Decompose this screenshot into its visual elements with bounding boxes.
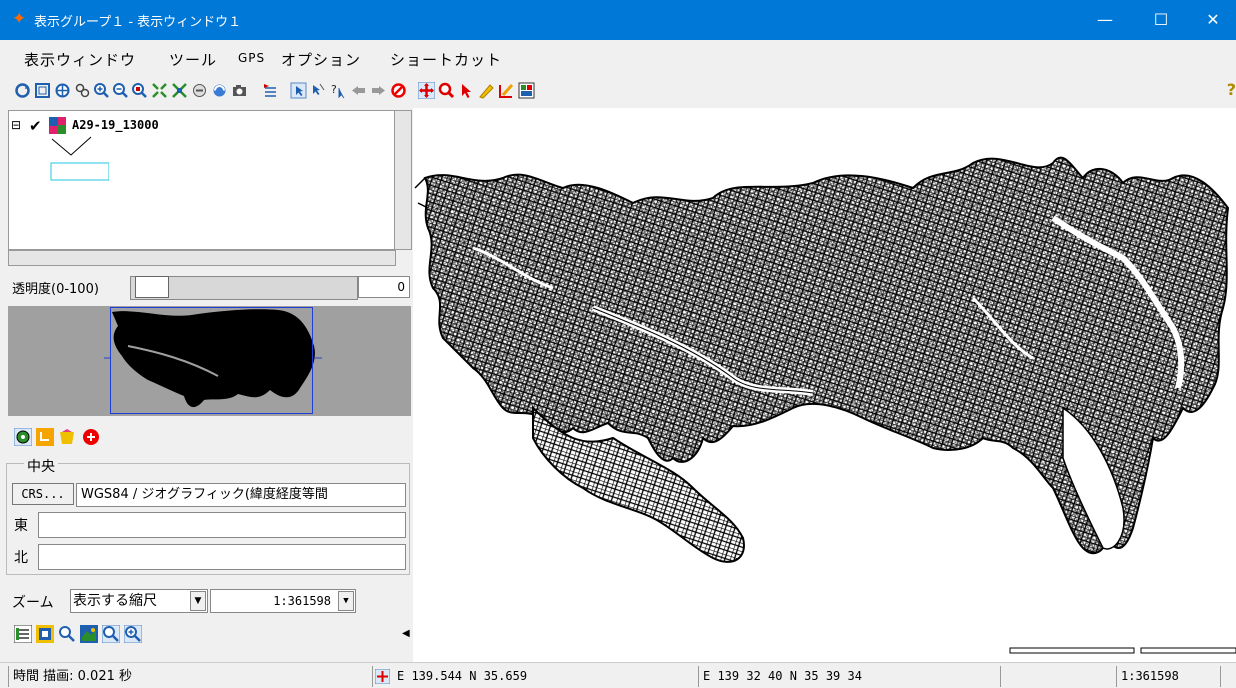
tokyo-map [414,156,1230,563]
refresh-icon[interactable] [14,82,31,99]
scale-bar-segment [1009,647,1135,654]
zoom-mode-select[interactable]: 表示する縮尺 ▼ [70,589,208,613]
render-time-text: 時間 描画: 0.021 秒 [13,669,132,684]
window-title: 表示グループ１ - 表示ウィンドウ１ [34,15,242,30]
svg-text:?: ? [331,83,337,96]
transparency-label: 透明度(0-100) [12,282,99,297]
menu-tools[interactable]: ツール [169,49,217,70]
zoom-scale-value: 1:361598 [273,594,331,608]
zoom-layer-icon[interactable] [171,82,188,99]
coordinate-mode-icon[interactable] [375,669,390,684]
select-multi-icon[interactable] [310,82,327,99]
chevron-down-icon[interactable]: ▼ [338,591,354,611]
zoom-in-icon[interactable] [93,82,110,99]
app-icon: ✦ [12,9,27,29]
zoom-label: ズーム [12,595,54,611]
east-label: 東 [14,518,28,534]
minimize-button[interactable]: — [1082,0,1128,40]
status-render-time: 時間 描画: 0.021 秒 [8,666,373,687]
layers-icon[interactable] [74,82,91,99]
crs-field[interactable]: WGS84 / ジオグラフィック(緯度経度等間 [76,483,406,507]
crs-button[interactable]: CRS... [12,483,74,505]
status-dms-coord: E 139 32 40 N 35 39 34 [698,666,1001,687]
north-input[interactable] [38,544,406,570]
forward-icon[interactable] [370,82,387,99]
pointer-icon[interactable] [458,82,475,99]
query-icon[interactable]: ? [330,82,347,99]
select-single-icon[interactable] [290,82,307,99]
zoom-full-icon[interactable] [151,82,168,99]
pan-center-icon[interactable] [54,82,71,99]
layer-visible-checkbox[interactable]: ✔ [29,117,42,135]
legend-icon[interactable] [518,82,535,99]
locate-icon[interactable] [14,428,32,446]
zoom-box-icon[interactable] [102,625,120,643]
map-layer-icon[interactable] [80,625,98,643]
map-canvas [414,156,1236,654]
pan-icon[interactable] [418,82,435,99]
east-input[interactable] [38,512,406,538]
edit-icon[interactable] [498,82,515,99]
zoom-group-icon[interactable] [191,82,208,99]
status-empty [1000,666,1115,687]
menu-display-window[interactable]: 表示ウィンドウ [24,49,136,70]
map-view[interactable] [413,108,1236,662]
bookmark-icon[interactable] [58,428,76,446]
close-button[interactable]: ✕ [1190,0,1236,40]
magnifier-icon[interactable] [58,625,76,643]
tree-horizontal-scrollbar[interactable] [8,250,396,266]
layer-legend-icon [50,136,109,181]
add-layer-icon[interactable] [262,82,279,99]
transparency-value[interactable]: 0 [358,276,410,298]
extent-icon[interactable] [34,82,51,99]
center-group-title: 中央 [24,456,58,476]
help-icon[interactable]: ? [1227,80,1236,99]
status-decimal-coord: E 139.544 N 35.659 [372,666,695,687]
decimal-coord-text: E 139.544 N 35.659 [397,669,528,683]
zoom-box-icon[interactable] [131,82,148,99]
snapshot-icon[interactable] [231,82,248,99]
menu-bar: 表示ウィンドウ ツール GPS オプション ショートカット [0,46,1236,72]
tree-vertical-scrollbar[interactable] [394,110,412,250]
layer-tree[interactable]: ⊟ ✔ [8,110,396,250]
undo-icon[interactable] [36,428,54,446]
refresh-view-icon[interactable] [211,82,228,99]
title-bar: ✦ 表示グループ１ - 表示ウィンドウ１ — ☐ ✕ [0,0,1236,40]
toolbar: ? [0,79,1236,103]
zoom-icon[interactable] [438,82,455,99]
transparency-slider-thumb[interactable] [135,276,169,298]
zoom-out-icon[interactable] [112,82,129,99]
status-scale: 1:361598 [1116,666,1221,687]
menu-options[interactable]: オプション [281,49,361,70]
menu-shortcut[interactable]: ショートカット [390,49,502,70]
back-icon[interactable] [350,82,367,99]
legend-list-icon[interactable] [14,625,32,643]
layer-type-icon [49,117,66,134]
close-circle-icon[interactable] [82,428,100,446]
chevron-down-icon[interactable]: ▼ [190,591,206,611]
sketch-icon[interactable] [478,82,495,99]
extent-square-icon[interactable] [36,625,54,643]
collapse-panel-icon[interactable]: ◀ [402,628,410,639]
zoom-in-icon[interactable] [124,625,142,643]
status-resize-grip[interactable] [1220,666,1236,687]
north-label: 北 [14,550,28,566]
stop-icon[interactable] [390,82,407,99]
scale-bar-segment [1140,647,1236,654]
overview-extent-frame[interactable] [110,307,313,414]
zoom-mode-value: 表示する縮尺 [73,593,157,609]
expand-collapse-icon[interactable]: ⊟ [11,118,21,132]
maximize-button[interactable]: ☐ [1138,0,1184,40]
zoom-scale-select[interactable]: 1:361598 ▼ [210,589,356,613]
menu-gps[interactable]: GPS [238,51,265,65]
layer-name[interactable]: A29-19_13000 [72,118,159,132]
